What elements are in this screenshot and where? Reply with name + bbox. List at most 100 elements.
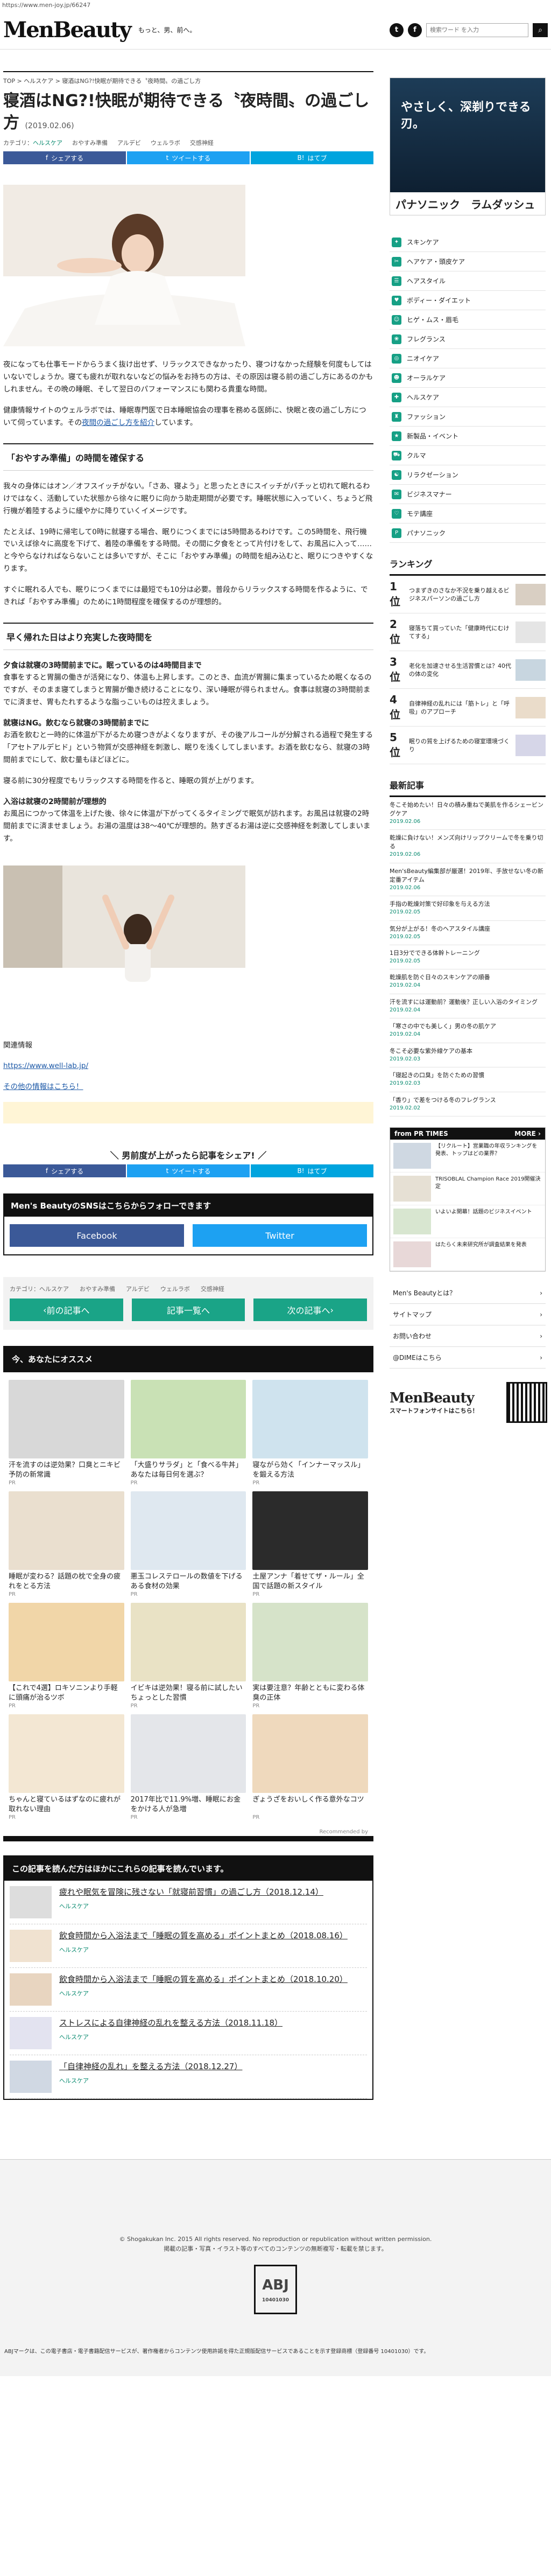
sidebar-category-item[interactable]: ❀ フレグランス <box>390 330 546 349</box>
latest-item[interactable]: 手指の乾燥対策で好印象を与える方法 2019.02.05 <box>390 896 546 921</box>
sidebar-link[interactable]: @DIMEはこちら › <box>390 1347 546 1369</box>
article-list-button[interactable]: 記事一覧へ <box>131 1299 245 1322</box>
site-logo[interactable]: MenBeauty <box>3 17 132 43</box>
recommend-item[interactable]: 悪玉コレステロールの数値を下げるある食材の効果 PR <box>130 1491 246 1597</box>
tag-link[interactable]: ウェルラボ <box>160 1284 190 1293</box>
related-article[interactable]: 「自律神経の乱れ」を整える方法（2018.12.27） ヘルスケア <box>10 2055 367 2099</box>
latest-item[interactable]: 汗を流すには運動前？運動後？正しい入浴のタイミング 2019.02.04 <box>390 994 546 1019</box>
recommend-item[interactable]: 汗を流すのは逆効果？口臭とニキビ予防の新常識 PR <box>9 1380 124 1486</box>
ranking-item[interactable]: 2位 寝落ちて買っていた「健康時代にむけてする」 <box>390 613 546 651</box>
facebook-icon[interactable]: f <box>408 23 422 37</box>
breadcrumb[interactable]: TOP > ヘルスケア > 寝酒はNG?!快眠が期待できる〝夜時間〟の過ごし方 <box>3 71 373 88</box>
sidebar-category-item[interactable]: ⛟ クルマ <box>390 446 546 465</box>
ranking-item[interactable]: 4位 自律神経の乱れには「筋トレ」と「呼吸」のアプローチ <box>390 689 546 727</box>
hatena-share-button[interactable]: B! はてブ <box>251 1164 373 1178</box>
facebook-share-button[interactable]: f シェアする <box>3 1164 126 1178</box>
pr-times-item[interactable]: 【リクルート】営業職の年収ランキングを発表、トップはどの業界？ <box>390 1140 545 1173</box>
recommend-item[interactable]: 睡眠が変わる？話題の枕で全身の疲れをとる方法 PR <box>9 1491 124 1597</box>
sidebar-category-item[interactable]: ☰ ヘアスタイル <box>390 271 546 291</box>
latest-title: Men'sBeauty編集部が厳選！2019年、手放せない冬の新定番アイテム <box>390 867 543 883</box>
section-heading: 「おやすみ準備」の時間を確保する <box>3 443 373 471</box>
recommend-item[interactable]: ちゃんと寝ているはずなのに疲れが取れない理由 PR <box>9 1714 124 1820</box>
sidebar-category-item[interactable]: ☯ リラクゼーション <box>390 465 546 485</box>
tag-link[interactable]: アルデビ <box>117 138 141 147</box>
recommend-item[interactable]: 実は要注意？年齢とともに変わる体臭の正体 PR <box>252 1603 368 1709</box>
sidebar-category-item[interactable]: ✉ ビジネスマナー <box>390 485 546 504</box>
twitter-share-button[interactable]: t ツイートする <box>127 1164 250 1178</box>
sidebar-category-item[interactable]: ✂ ヘアケア・頭皮ケア <box>390 252 546 271</box>
search-input[interactable] <box>426 23 528 37</box>
recommend-item[interactable]: ぎょうざをおいしく作る意外なコツ PR <box>252 1714 368 1820</box>
facebook-share-button[interactable]: f シェアする <box>3 151 126 164</box>
sidebar-category-item[interactable]: ◎ ニオイケア <box>390 349 546 368</box>
related-article[interactable]: 疲れや眠気を冒険に残さない「就寝前習慣」の過ごし方（2018.12.14） ヘル… <box>10 1881 367 1925</box>
latest-item[interactable]: Men'sBeauty編集部が厳選！2019年、手放せない冬の新定番アイテム 20… <box>390 863 546 897</box>
search-button[interactable]: ⌕ <box>533 23 548 37</box>
sidebar-category-item[interactable]: ☻ オーラルケア <box>390 368 546 388</box>
source-link[interactable]: https://www.well-lab.jp/ <box>3 1062 88 1070</box>
twitter-share-button[interactable]: t ツイートする <box>127 151 250 164</box>
related-article[interactable]: 飲食時間から入浴法まで「睡眠の質を高める」ポイントまとめ（2018.10.20）… <box>10 1968 367 2012</box>
category-link[interactable]: ヘルスケア <box>33 139 62 146</box>
sidebar-category-item[interactable]: ✚ ヘルスケア <box>390 388 546 407</box>
category-icon: ✦ <box>392 237 401 247</box>
sidebar-category-item[interactable]: ♜ ファッション <box>390 407 546 427</box>
pr-times-item[interactable]: TRISOBLAL Champion Race 2019開催決定 <box>390 1172 545 1206</box>
latest-item[interactable]: 「寒さの中でも美しく」男の冬の肌ケア 2019.02.04 <box>390 1018 546 1043</box>
ranking-title: 自律神経の乱れには「筋トレ」と「呼吸」のアプローチ <box>409 700 510 715</box>
subsection-heading: 入浴は就寝の2時間前が理想的 <box>3 797 107 806</box>
latest-item[interactable]: 「寝起きの口臭」を防ぐための習慣 2019.02.03 <box>390 1067 546 1092</box>
tag-link[interactable]: 交感神経 <box>201 1284 224 1293</box>
category-icon: ⛟ <box>392 450 401 460</box>
next-article-button[interactable]: 次の記事へ › <box>253 1299 368 1322</box>
down-arrow-icon: ／ <box>255 1150 267 1161</box>
hatena-share-button[interactable]: B! はてブ <box>251 151 373 164</box>
latest-date: 2019.02.03 <box>390 1080 421 1087</box>
latest-item[interactable]: 気分が上がる！冬のヘアスタイル講座 2019.02.05 <box>390 921 546 945</box>
latest-item[interactable]: 乾燥肌を防ぐ日々のスキンケアの順番 2019.02.04 <box>390 969 546 994</box>
facebook-follow-button[interactable]: Facebook <box>10 1224 184 1247</box>
pr-times-more-link[interactable]: MORE › <box>514 1130 541 1137</box>
sidebar-ad[interactable]: やさしく、深剃りできる刃。 パナソニック ラムダッシュ <box>390 78 546 215</box>
related-article[interactable]: 飲食時間から入浴法まで「睡眠の質を高める」ポイントまとめ（2018.08.16）… <box>10 1924 367 1968</box>
latest-item[interactable]: 乾燥に負けない！メンズ向けリップクリームで冬を乗り切る 2019.02.06 <box>390 830 546 863</box>
ranking-item[interactable]: 3位 老化を加速させる生活習慣とは？40代の体の変化 <box>390 651 546 689</box>
recommend-item[interactable]: イビキは逆効果！寝る前に試したいちょっとした習慣 PR <box>130 1603 246 1709</box>
category-link[interactable]: ヘルスケア <box>39 1286 69 1293</box>
recommend-item[interactable]: 寝ながら効く「インナーマッスル」を鍛える方法 PR <box>252 1380 368 1486</box>
sidebar-category-item[interactable]: ✦ スキンケア <box>390 233 546 252</box>
prev-article-button[interactable]: ‹ 前の記事へ <box>10 1299 123 1322</box>
tag-link[interactable]: おやすみ準備 <box>80 1284 115 1293</box>
sidebar-category-item[interactable]: ★ 新製品・イベント <box>390 427 546 446</box>
tag-link[interactable]: アルデビ <box>126 1284 150 1293</box>
recommend-item[interactable]: 「大盛りサラダ」と「食べる牛丼」あなたは毎日何を選ぶ？ PR <box>130 1380 246 1486</box>
pr-times-item[interactable]: いよいよ開幕！話題のビジネスイベント <box>390 1205 545 1239</box>
inline-link[interactable]: 夜間の過ごし方を紹介 <box>82 418 154 427</box>
sidebar-category-item[interactable]: P パナソニック <box>390 523 546 543</box>
tag-link[interactable]: 交感神経 <box>190 138 214 147</box>
latest-item[interactable]: 冬こそ始めたい！日々の積み重ねで美肌を作るシェービングケア 2019.02.06 <box>390 797 546 830</box>
twitter-icon[interactable]: t <box>390 23 404 37</box>
related-article[interactable]: ストレスによる自律神経の乱れを整える方法（2018.11.18） ヘルスケア <box>10 2012 367 2056</box>
more-info-link[interactable]: その他の情報はこちら！ <box>3 1083 83 1091</box>
sidebar-category-item[interactable]: ♥ ボディー・ダイエット <box>390 291 546 310</box>
ranking-item[interactable]: 5位 眠りの質を上げるための寝室環境づくり <box>390 727 546 764</box>
sidebar-category-item[interactable]: ☺ ヒゲ・ムス・眉毛 <box>390 310 546 330</box>
sidebar-category-item[interactable]: ♡ モテ講座 <box>390 504 546 523</box>
ranking-item[interactable]: 1位 つまずきのさなか不況を乗り越えるビジネスパーソンの過ごし方 <box>390 576 546 613</box>
latest-item[interactable]: 1日3分でできる体幹トレーニング 2019.02.05 <box>390 945 546 970</box>
tag-link[interactable]: ウェルラボ <box>151 138 180 147</box>
tag-link[interactable]: おやすみ準備 <box>72 138 108 147</box>
promo-banner[interactable] <box>3 1102 373 1124</box>
sidebar-link[interactable]: サイトマップ › <box>390 1304 546 1326</box>
recommend-item[interactable]: 2017年比で11.9%増、睡眠にお金をかける人が急増 PR <box>130 1714 246 1820</box>
sidebar-link[interactable]: お問い合わせ › <box>390 1325 546 1348</box>
app-promo[interactable]: MenBeauty スマートフォンサイトはこちら！ <box>390 1380 547 1425</box>
sidebar-link[interactable]: Men's Beautyとは？ › <box>390 1282 546 1304</box>
pr-times-item[interactable]: はたらく未来研究所が調査結果を発表 <box>390 1238 545 1272</box>
latest-item[interactable]: 冬こそ必要な紫外線ケアの基本 2019.02.03 <box>390 1043 546 1068</box>
twitter-follow-button[interactable]: Twitter <box>193 1224 367 1247</box>
recommend-item[interactable]: 【これで4選】ロキソニンより手軽に頭痛が治るツボ PR <box>9 1603 124 1709</box>
latest-item[interactable]: 「香り」で差をつける冬のフレグランス 2019.02.02 <box>390 1092 546 1117</box>
recommend-item[interactable]: 土屋アンナ「着せてザ・ルール」全国で話題の新スタイル PR <box>252 1491 368 1597</box>
